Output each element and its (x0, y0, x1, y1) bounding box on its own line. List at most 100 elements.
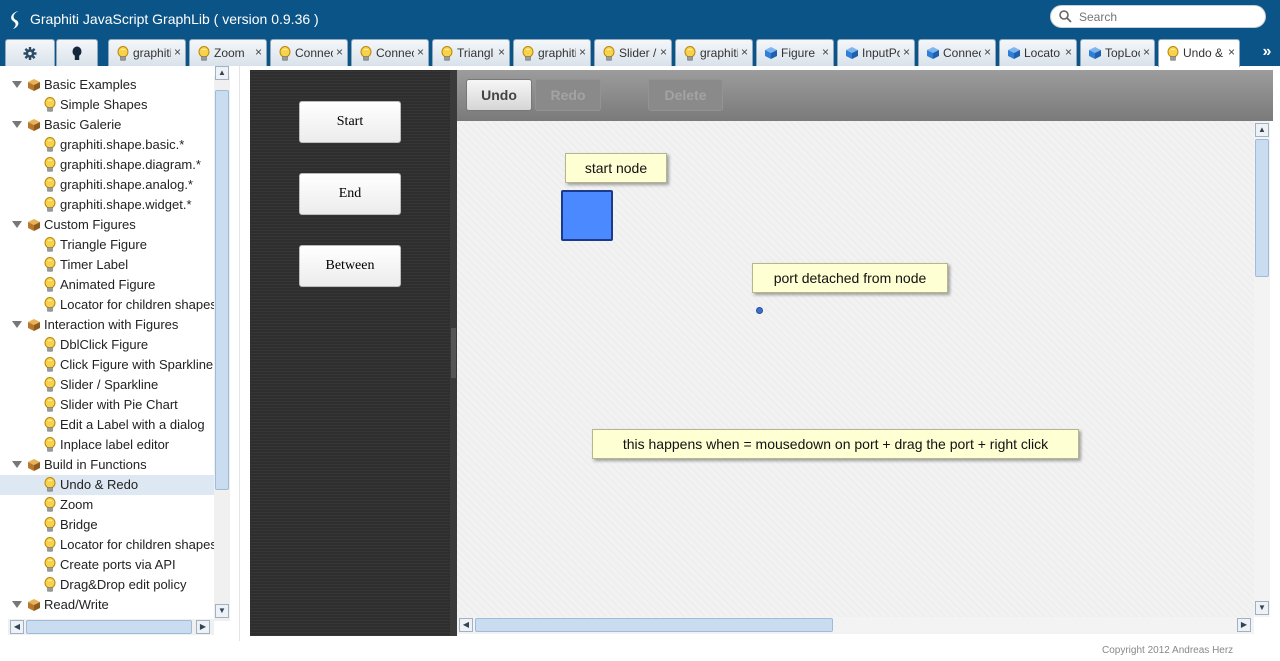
panel-splitter[interactable] (450, 70, 457, 636)
tree-group[interactable]: Basic Examples (0, 75, 214, 95)
expand-arrow-icon[interactable] (12, 81, 22, 88)
scroll-left-arrow-icon[interactable]: ◀ (10, 620, 24, 634)
tab-document[interactable]: Connec × (270, 39, 348, 66)
expand-arrow-icon[interactable] (12, 221, 22, 228)
splitter-grip[interactable] (451, 328, 456, 378)
tree-item[interactable]: Locator for children shapes (0, 535, 214, 555)
tree-item[interactable]: graphiti.shape.analog.* (0, 175, 214, 195)
tree-hscroll-thumb[interactable] (26, 620, 192, 634)
delete-button[interactable]: Delete (648, 79, 723, 111)
tree-item[interactable]: Timer Label (0, 255, 214, 275)
tree-item[interactable]: Inplace label editor (0, 435, 214, 455)
tree-item[interactable]: Simple Shapes (0, 95, 214, 115)
scroll-down-arrow-icon[interactable]: ▼ (215, 604, 229, 618)
expand-arrow-icon[interactable] (12, 321, 22, 328)
tree-item[interactable]: Create ports via API (0, 555, 214, 575)
tab-examples[interactable] (56, 39, 98, 66)
tab-document[interactable]: graphiti × (675, 39, 753, 66)
tree-group[interactable]: Build in Functions (0, 455, 214, 475)
canvas-horizontal-scrollbar[interactable]: ◀ ▶ (457, 617, 1254, 634)
scroll-right-arrow-icon[interactable]: ▶ (1237, 618, 1251, 632)
tabs-overflow-button[interactable]: » (1258, 43, 1276, 61)
tree-horizontal-scrollbar[interactable]: ◀ ▶ (8, 619, 214, 635)
palette-start-item[interactable]: Start (299, 101, 401, 143)
tab-document[interactable]: TopLoc × (1080, 39, 1155, 66)
expand-arrow-icon[interactable] (12, 461, 22, 468)
expand-arrow-icon[interactable] (12, 121, 22, 128)
close-icon[interactable]: × (1228, 45, 1235, 59)
tab-settings[interactable] (5, 39, 55, 66)
expand-arrow-icon[interactable] (12, 601, 22, 608)
tab-document[interactable]: graphiti × (108, 39, 186, 66)
scroll-up-arrow-icon[interactable]: ▲ (1255, 123, 1269, 137)
tree-item[interactable]: Click Figure with Sparkline (0, 355, 214, 375)
tree-item[interactable]: Zoom (0, 495, 214, 515)
close-icon[interactable]: × (903, 45, 910, 59)
close-icon[interactable]: × (336, 45, 343, 59)
close-icon[interactable]: × (498, 45, 505, 59)
tree-item[interactable]: graphiti.shape.widget.* (0, 195, 214, 215)
tab-document[interactable]: InputPo × (837, 39, 915, 66)
tab-document[interactable]: Connec × (918, 39, 996, 66)
close-icon[interactable]: × (579, 45, 586, 59)
tree-group[interactable]: Interaction with Figures (0, 315, 214, 335)
close-icon[interactable]: × (174, 45, 181, 59)
bulb-icon (278, 46, 292, 61)
tree-item[interactable]: Animated Figure (0, 275, 214, 295)
tree-label: Animated Figure (60, 277, 156, 292)
close-icon[interactable]: × (660, 45, 667, 59)
close-icon[interactable]: × (822, 45, 829, 59)
tree-group[interactable]: Read/Write (0, 595, 214, 615)
redo-button[interactable]: Redo (535, 79, 601, 111)
tree-item[interactable]: Triangle Figure (0, 235, 214, 255)
tab-document[interactable]: Figure × (756, 39, 834, 66)
close-icon[interactable]: × (984, 45, 991, 59)
tree-item[interactable]: DblClick Figure (0, 335, 214, 355)
scroll-left-arrow-icon[interactable]: ◀ (459, 618, 473, 632)
scroll-down-arrow-icon[interactable]: ▼ (1255, 601, 1269, 615)
tree-item[interactable]: Slider / Sparkline (0, 375, 214, 395)
scroll-right-arrow-icon[interactable]: ▶ (196, 620, 210, 634)
start-node-label[interactable]: start node (565, 153, 667, 183)
tab-document[interactable]: Zoom × (189, 39, 267, 66)
port-detached-label[interactable]: port detached from node (752, 263, 948, 293)
tree-item[interactable]: Locator for children shapes (0, 295, 214, 315)
canvas-vertical-scrollbar[interactable]: ▲ ▼ (1254, 121, 1270, 617)
tab-document[interactable]: Triangl × (432, 39, 510, 66)
close-icon[interactable]: × (255, 45, 262, 59)
tab-document[interactable]: graphiti × (513, 39, 591, 66)
tab-document[interactable]: Locato × (999, 39, 1077, 66)
tree-label: Custom Figures (44, 217, 136, 232)
tree-item[interactable]: Slider with Pie Chart (0, 395, 214, 415)
tree-scroll-thumb[interactable] (215, 90, 229, 490)
close-icon[interactable]: × (1065, 45, 1072, 59)
tree-item[interactable]: graphiti.shape.diagram.* (0, 155, 214, 175)
detached-port[interactable] (756, 307, 763, 314)
start-node[interactable] (561, 190, 613, 241)
tree-item[interactable]: Undo & Redo (0, 475, 214, 495)
palette-end-item[interactable]: End (299, 173, 401, 215)
tab-document[interactable]: Connec × (351, 39, 429, 66)
bulb-icon (43, 277, 57, 293)
scroll-up-arrow-icon[interactable]: ▲ (215, 66, 229, 80)
palette-between-item[interactable]: Between (299, 245, 401, 287)
canvas-hscroll-thumb[interactable] (475, 618, 833, 632)
tree-item[interactable]: Edit a Label with a dialog (0, 415, 214, 435)
undo-button[interactable]: Undo (466, 79, 532, 111)
tab-document[interactable]: Slider / × (594, 39, 672, 66)
drawing-canvas[interactable]: start node port detached from node this … (457, 121, 1254, 617)
search-box[interactable] (1050, 5, 1266, 28)
tree-vertical-scrollbar[interactable]: ▲ ▼ (214, 66, 230, 621)
tree-item[interactable]: Drag&Drop edit policy (0, 575, 214, 595)
close-icon[interactable]: × (1143, 45, 1150, 59)
canvas-vscroll-thumb[interactable] (1255, 139, 1269, 277)
tab-active[interactable]: Undo & × (1158, 39, 1240, 67)
instruction-label[interactable]: this happens when = mousedown on port + … (592, 429, 1079, 459)
tree-group[interactable]: Basic Galerie (0, 115, 214, 135)
tree-item[interactable]: graphiti.shape.basic.* (0, 135, 214, 155)
tree-group[interactable]: Custom Figures (0, 215, 214, 235)
close-icon[interactable]: × (741, 45, 748, 59)
tree-item[interactable]: Bridge (0, 515, 214, 535)
close-icon[interactable]: × (417, 45, 424, 59)
search-input[interactable] (1079, 9, 1259, 25)
